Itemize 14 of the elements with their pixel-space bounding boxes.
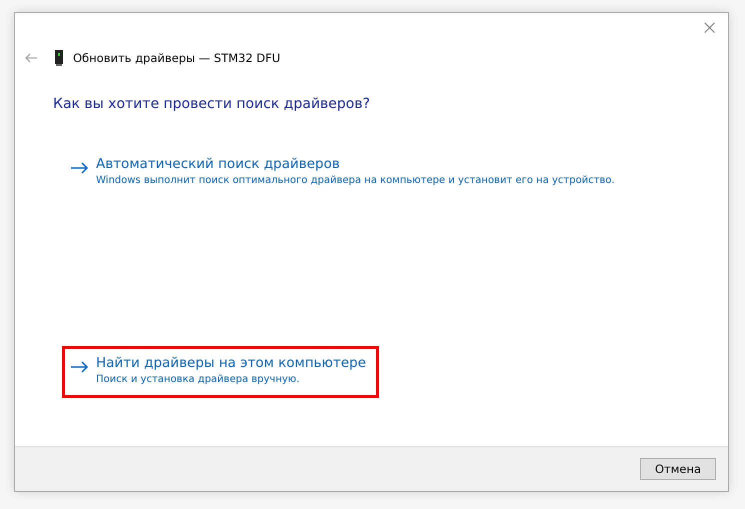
- back-arrow-icon[interactable]: [24, 53, 38, 63]
- cancel-button[interactable]: Отмена: [640, 458, 716, 480]
- option-title: Найти драйверы на этом компьютере: [96, 355, 366, 371]
- search-option[interactable]: Автоматический поиск драйверов Windows выполнит поиск оптимального драйвера на компьютере и установит его на устройство.: [62, 149, 624, 193]
- option-description: Windows выполнит поиск оптимального драйвера на компьютере и установит его на устройство.: [96, 175, 615, 186]
- close-icon[interactable]: ×: [701, 15, 718, 39]
- option-description: Поиск и установка драйвера вручную.: [96, 374, 301, 385]
- arrow-icon: [71, 162, 89, 174]
- dialog-heading: Как вы хотите провести поиск драйверов?: [53, 96, 372, 112]
- arrow-icon: [71, 361, 89, 373]
- usb-device-icon: [55, 50, 63, 66]
- search-option[interactable]: Найти драйверы на этом компьютере Поиск и установка драйвера вручную.: [62, 346, 380, 398]
- window-title: Обновить драйверы — STM32 DFU: [73, 51, 280, 65]
- option-title: Автоматический поиск драйверов: [96, 156, 341, 172]
